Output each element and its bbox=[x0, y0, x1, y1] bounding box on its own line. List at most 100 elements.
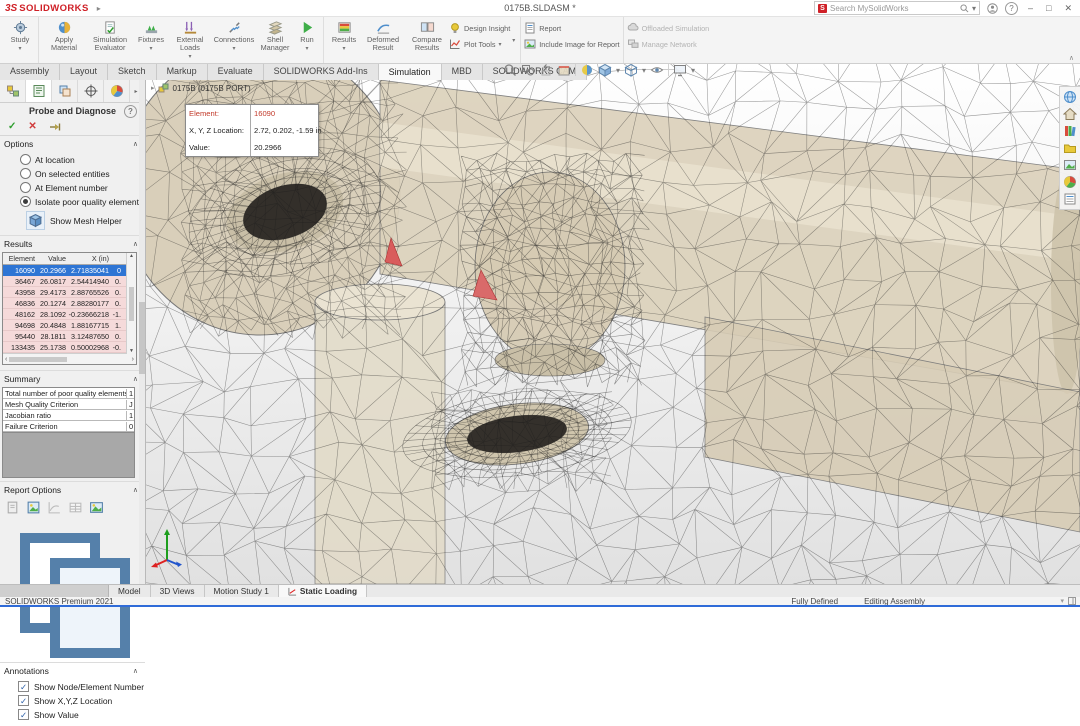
ribbon-button-manage-network[interactable]: Manage Network bbox=[627, 38, 710, 50]
custom-properties-icon[interactable] bbox=[1063, 192, 1077, 206]
ribbon-button-results[interactable]: Results ▾ bbox=[327, 18, 361, 53]
ribbon-button-design-insight[interactable]: Design Insight bbox=[449, 22, 510, 34]
tab-simulation[interactable]: Simulation bbox=[379, 62, 442, 80]
save-image-icon[interactable] bbox=[89, 500, 104, 515]
task-pane-toggle-icon[interactable] bbox=[1068, 597, 1076, 605]
scrollbar-handle[interactable] bbox=[139, 302, 145, 374]
tree-expand-icon[interactable]: ▸ bbox=[151, 84, 155, 92]
tab-solidworks-add-ins[interactable]: SOLIDWORKS Add-Ins bbox=[264, 62, 379, 80]
collapse-chevron-icon[interactable]: ∧ bbox=[133, 486, 138, 494]
include-image-report-icon[interactable] bbox=[26, 500, 41, 515]
table-row[interactable]: 4683620.12742.882801770. bbox=[3, 298, 136, 309]
collapse-chevron-icon[interactable]: ∧ bbox=[133, 375, 138, 383]
ok-button[interactable]: ✓ bbox=[8, 121, 16, 132]
property-manager-tab[interactable] bbox=[26, 80, 52, 102]
search-icon[interactable] bbox=[960, 4, 969, 13]
search-box[interactable]: S Search MySolidWorks ▾ bbox=[814, 1, 980, 15]
results-horizontal-scrollbar[interactable]: ‹ › bbox=[3, 353, 136, 364]
table-row[interactable]: 4395829.41732.887655260. bbox=[3, 287, 136, 298]
display-style-dropdown-icon[interactable]: ▾ bbox=[642, 66, 646, 75]
view-settings-dropdown-icon[interactable]: ▾ bbox=[691, 66, 695, 75]
previous-view-icon[interactable] bbox=[539, 63, 553, 77]
feature-manager-tab[interactable] bbox=[0, 80, 26, 102]
status-dropdown-icon[interactable]: ▾ bbox=[1060, 597, 1064, 605]
scroll-up-icon[interactable]: ▲ bbox=[129, 253, 134, 259]
table-row[interactable]: 4816228.1092-0.23666218-1. bbox=[3, 309, 136, 320]
ribbon-button-run[interactable]: Run ▾ bbox=[294, 18, 320, 53]
view-orientation-icon[interactable] bbox=[598, 63, 612, 77]
user-icon[interactable] bbox=[987, 3, 998, 14]
graphics-viewport[interactable]: ▸ 0175B (0175B PORT) ▾ ▾ ▾ Element: 1609… bbox=[145, 62, 1080, 584]
radio-isolate-poor-quality[interactable]: Isolate poor quality elements bbox=[20, 196, 145, 207]
tab-layout[interactable]: Layout bbox=[60, 62, 108, 80]
tab-assembly[interactable]: Assembly bbox=[0, 62, 60, 80]
ribbon-button-report[interactable]: Report bbox=[524, 22, 619, 34]
search-dropdown-icon[interactable]: ▾ bbox=[972, 4, 976, 13]
design-library-icon[interactable] bbox=[1063, 124, 1077, 138]
ribbon-button-fixtures[interactable]: Fixtures ▾ bbox=[134, 18, 168, 53]
tab-sketch[interactable]: Sketch bbox=[108, 62, 157, 80]
tab-evaluate[interactable]: Evaluate bbox=[208, 62, 264, 80]
tab-3d-views[interactable]: 3D Views bbox=[151, 585, 205, 597]
save-report-icon[interactable] bbox=[5, 500, 20, 515]
tab-mbd[interactable]: MBD bbox=[442, 62, 483, 80]
configuration-manager-tab[interactable] bbox=[52, 80, 78, 102]
appearance-icon[interactable] bbox=[580, 63, 594, 77]
table-row[interactable]: 13343525.17380.50002968-0. bbox=[3, 342, 136, 353]
checkbox-show-xyz-location[interactable]: Show X,Y,Z Location bbox=[18, 695, 145, 706]
checkbox-show-value[interactable]: Show Value bbox=[18, 709, 145, 720]
list-results-icon[interactable] bbox=[68, 500, 83, 515]
dimxpert-manager-tab[interactable] bbox=[78, 80, 104, 102]
collapse-chevron-icon[interactable]: ∧ bbox=[133, 667, 138, 675]
scrollbar-handle[interactable] bbox=[9, 357, 67, 362]
collapse-chevron-icon[interactable]: ∧ bbox=[133, 140, 138, 148]
panel-help-icon[interactable]: ? bbox=[124, 105, 137, 118]
show-mesh-helper-button[interactable]: Show Mesh Helper bbox=[26, 211, 145, 230]
view-palette-icon[interactable] bbox=[1063, 158, 1077, 172]
scroll-down-icon[interactable]: ▼ bbox=[129, 348, 134, 354]
panel-vertical-scrollbar[interactable] bbox=[139, 80, 145, 584]
minimize-button[interactable]: – bbox=[1025, 3, 1036, 13]
view-settings-icon[interactable] bbox=[673, 63, 687, 77]
ribbon-button-include-image-for-report[interactable]: Include Image for Report bbox=[524, 38, 619, 50]
file-explorer-icon[interactable] bbox=[1063, 141, 1077, 155]
scrollbar-handle[interactable] bbox=[129, 287, 134, 321]
response-graph-icon[interactable] bbox=[47, 500, 62, 515]
help-icon[interactable]: ? bbox=[1005, 2, 1018, 15]
solidworks-resources-icon[interactable] bbox=[1063, 90, 1077, 104]
cancel-button[interactable]: ✕ bbox=[28, 121, 36, 132]
home-icon[interactable] bbox=[1063, 107, 1077, 121]
hide-show-icon[interactable] bbox=[650, 63, 664, 77]
ribbon-button-connections[interactable]: Connections ▾ bbox=[212, 18, 256, 53]
restore-button[interactable]: □ bbox=[1043, 3, 1054, 13]
tab-motion-study-1[interactable]: Motion Study 1 bbox=[205, 585, 279, 597]
tab-model[interactable]: Model bbox=[109, 585, 151, 597]
table-row[interactable]: 9544028.18113.124876500. bbox=[3, 331, 136, 342]
results-vertical-scrollbar[interactable]: ▲ ▼ bbox=[126, 253, 136, 354]
ribbon-button-study[interactable]: Study ▾ bbox=[5, 18, 35, 53]
zoom-fit-icon[interactable] bbox=[503, 63, 517, 77]
radio-on-selected-entities[interactable]: On selected entities bbox=[20, 168, 145, 179]
table-row[interactable]: 3646726.08172.544149400. bbox=[3, 276, 136, 287]
zoom-area-icon[interactable] bbox=[521, 63, 535, 77]
study-tabs-scrollbar[interactable] bbox=[0, 585, 109, 597]
ribbon-collapse-icon[interactable]: ∧ bbox=[1069, 54, 1074, 62]
scroll-right-icon[interactable]: › bbox=[132, 356, 134, 363]
table-row[interactable]: 9469820.48481.881677151. bbox=[3, 320, 136, 331]
ribbon-button-shell-manager[interactable]: Shell Manager bbox=[256, 18, 294, 52]
results-group-dropdown-icon[interactable]: ▾ bbox=[510, 37, 517, 44]
ribbon-button-simulation-evaluator[interactable]: Simulation Evaluator bbox=[86, 18, 134, 52]
ribbon-button-offloaded-simulation[interactable]: Offloaded Simulation bbox=[627, 22, 710, 34]
radio-at-element-number[interactable]: At Element number bbox=[20, 182, 145, 193]
appearances-scenes-icon[interactable] bbox=[1063, 175, 1077, 189]
ribbon-button-plot-tools[interactable]: Plot Tools ▾ bbox=[449, 38, 510, 50]
section-view-icon[interactable] bbox=[557, 63, 571, 77]
feature-tree-root[interactable]: ▸ 0175B (0175B PORT) bbox=[151, 82, 251, 94]
collapse-chevron-icon[interactable]: ∧ bbox=[133, 240, 138, 248]
scroll-left-icon[interactable]: ‹ bbox=[5, 356, 7, 363]
ribbon-button-apply-material[interactable]: Apply Material bbox=[42, 18, 86, 52]
radio-at-location[interactable]: At location bbox=[20, 154, 145, 165]
ribbon-button-deformed-result[interactable]: Deformed Result bbox=[361, 18, 405, 52]
menu-flyout-arrow[interactable]: ▸ bbox=[97, 4, 101, 13]
pin-icon[interactable] bbox=[49, 122, 61, 132]
